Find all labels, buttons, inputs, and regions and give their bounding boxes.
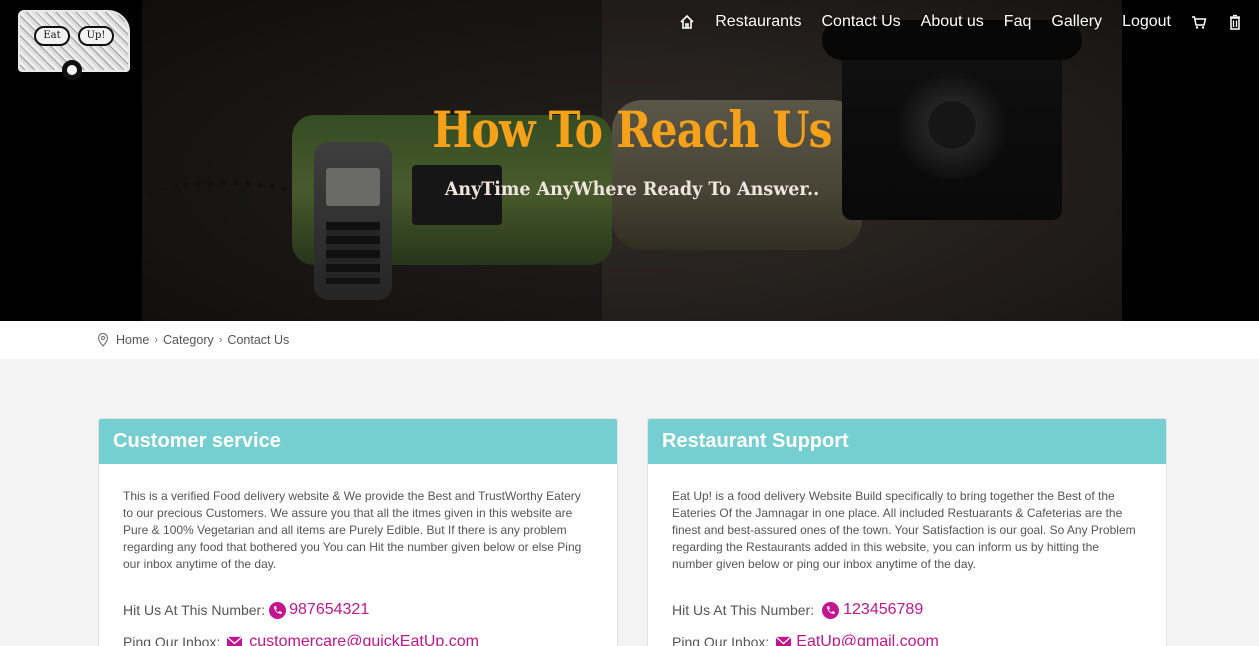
- card-title: Customer service: [99, 419, 617, 464]
- breadcrumb-bar: Home › Category › Contact Us: [0, 321, 1259, 359]
- phone-icon: [269, 601, 287, 619]
- envelope-icon: [775, 635, 792, 646]
- logo-text-right: Up!: [78, 26, 114, 46]
- nav-gallery[interactable]: Gallery: [1051, 13, 1102, 31]
- phone-icon: [822, 601, 840, 619]
- location-pin-icon: [97, 333, 109, 347]
- hero-banner: How To Reach Us AnyTime AnyWhere Ready T…: [0, 0, 1259, 321]
- breadcrumb-current: Contact Us: [227, 333, 290, 347]
- trash-icon[interactable]: [1227, 14, 1243, 30]
- inbox-row: Ping Our Inbox: customercare@quickEatUp.…: [123, 633, 479, 646]
- chevron-right-icon: ›: [218, 334, 223, 346]
- hero-subtitle: AnyTime AnyWhere Ready To Answer..: [444, 178, 820, 200]
- phone-number-link[interactable]: 123456789: [843, 601, 923, 619]
- phone-label: Hit Us At This Number:: [123, 602, 266, 618]
- inbox-row: Ping Our Inbox: EatUp@gmail.coom: [672, 633, 939, 646]
- breadcrumb-home[interactable]: Home: [116, 333, 149, 347]
- inbox-label: Ping Our Inbox:: [672, 634, 770, 646]
- main-nav: Restaurants Contact Us About us Faq Gall…: [659, 11, 1243, 33]
- nav-faq[interactable]: Faq: [1004, 13, 1032, 31]
- email-link[interactable]: EatUp@gmail.coom: [796, 633, 939, 646]
- phone-number-link[interactable]: 987654321: [289, 601, 369, 619]
- logo-text-left: Eat: [34, 26, 70, 46]
- nav-about-us[interactable]: About us: [921, 13, 984, 31]
- breadcrumb: Home › Category › Contact Us: [97, 333, 289, 347]
- hero-background-image: [142, 0, 1122, 321]
- phone-row: Hit Us At This Number: 123456789: [672, 601, 923, 619]
- breadcrumb-category[interactable]: Category: [163, 333, 214, 347]
- envelope-icon: [226, 635, 243, 646]
- nav-contact-us[interactable]: Contact Us: [822, 13, 901, 31]
- phone-row: Hit Us At This Number: 987654321: [123, 601, 369, 619]
- home-icon[interactable]: [679, 14, 695, 30]
- restaurant-support-card: Restaurant Support Eat Up! is a food del…: [647, 418, 1167, 646]
- nav-logout[interactable]: Logout: [1122, 13, 1171, 31]
- hero-title: How To Reach Us: [432, 100, 832, 159]
- email-link[interactable]: customercare@quickEatUp.com: [249, 633, 479, 646]
- phone-label: Hit Us At This Number:: [672, 602, 815, 618]
- nav-restaurants[interactable]: Restaurants: [715, 13, 801, 31]
- card-text: This is a verified Food delivery website…: [123, 489, 582, 571]
- customer-service-card: Customer service This is a verified Food…: [98, 418, 618, 646]
- inbox-label: Ping Our Inbox:: [123, 634, 221, 646]
- card-text: Eat Up! is a food delivery Website Build…: [672, 489, 1136, 571]
- chevron-right-icon: ›: [154, 334, 159, 346]
- cart-icon[interactable]: [1191, 14, 1207, 30]
- card-title: Restaurant Support: [648, 419, 1166, 464]
- site-logo[interactable]: Eat Up!: [18, 10, 132, 80]
